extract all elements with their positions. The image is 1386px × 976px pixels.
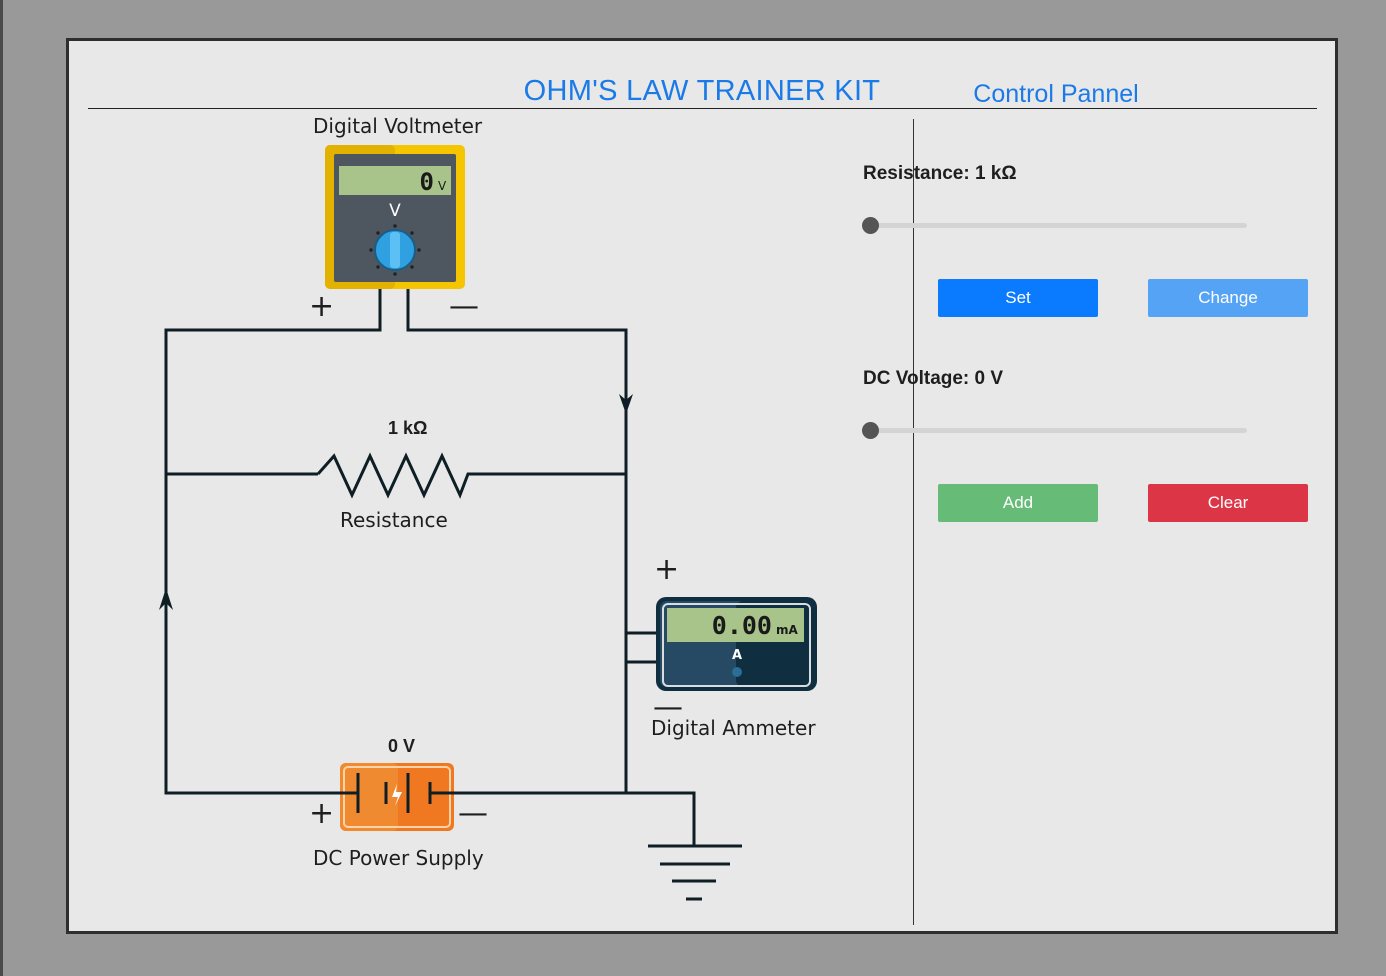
ammeter-reading: 0.00	[712, 611, 772, 640]
ammeter-unit: mA	[776, 623, 799, 637]
control-panel-title: Control Pannel	[973, 80, 1139, 108]
dc-voltage-slider-thumb[interactable]	[862, 422, 879, 439]
dc-voltage-slider[interactable]	[862, 422, 1247, 439]
voltmeter-label: Digital Voltmeter	[313, 114, 483, 138]
resistor-value-label: 1 kΩ	[388, 418, 428, 438]
ammeter: 0.00 mA A	[656, 597, 817, 691]
change-button[interactable]: Change	[1148, 279, 1308, 317]
dc-voltage-label: DC Voltage: 0 V	[863, 368, 1004, 389]
clear-button[interactable]: Clear	[1148, 484, 1308, 522]
voltmeter-reading: 0	[420, 168, 434, 196]
supply-minus-sign: —	[458, 796, 488, 831]
ammeter-plus-sign: +	[654, 552, 680, 587]
resistance-slider[interactable]	[862, 217, 1247, 234]
dc-power-supply	[340, 763, 454, 831]
voltmeter-minus-sign: —	[449, 289, 479, 324]
supply-plus-sign: +	[309, 796, 335, 831]
voltmeter-unit: V	[438, 179, 447, 193]
resistor-label: Resistance	[340, 508, 448, 532]
voltmeter-plus-sign: +	[309, 289, 335, 324]
supply-label: DC Power Supply	[313, 846, 484, 870]
resistance-slider-thumb[interactable]	[862, 217, 879, 234]
resistance-label: Resistance: 1 kΩ	[863, 163, 1017, 184]
ammeter-mode-label: A	[732, 648, 742, 663]
voltmeter: 0 V V	[325, 145, 465, 289]
add-button[interactable]: Add	[938, 484, 1098, 522]
set-button[interactable]: Set	[938, 279, 1098, 317]
voltmeter-dial-label: V	[389, 201, 401, 221]
ammeter-label: Digital Ammeter	[651, 716, 816, 740]
supply-value-label: 0 V	[388, 736, 416, 756]
